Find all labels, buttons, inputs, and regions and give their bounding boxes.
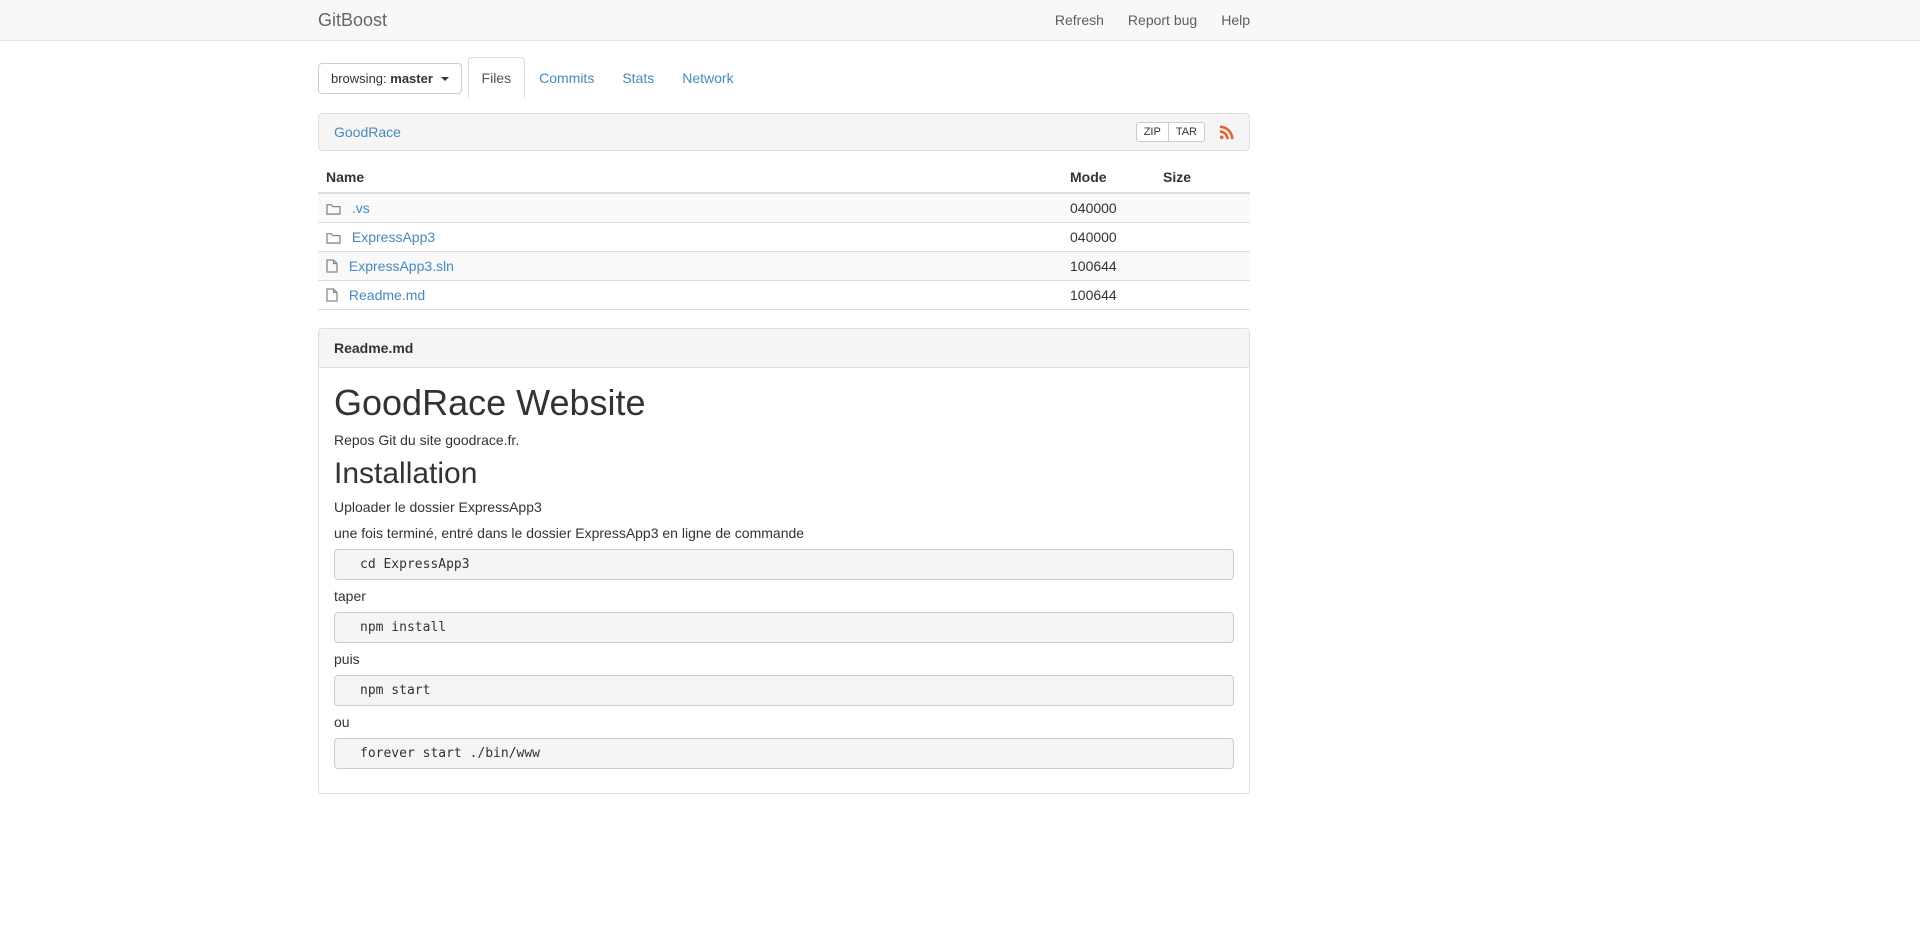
file-size xyxy=(1155,280,1250,310)
readme-paragraph: ou xyxy=(334,714,350,731)
code-block: forever start ./bin/www xyxy=(334,738,1234,770)
file-size xyxy=(1155,251,1250,281)
column-mode: Mode xyxy=(1062,163,1155,194)
file-icon xyxy=(326,259,338,273)
nav-help[interactable]: Help xyxy=(1209,0,1250,40)
file-mode: 100644 xyxy=(1062,280,1155,310)
file-size xyxy=(1155,222,1250,252)
repo-actions: ZIP TAR xyxy=(1135,122,1234,142)
readme-paragraph: puis xyxy=(334,651,360,668)
caret-down-icon xyxy=(440,77,449,82)
code-block: npm start xyxy=(334,675,1234,707)
file-link[interactable]: ExpressApp3.sln xyxy=(349,258,454,274)
brand[interactable]: GitBoost xyxy=(318,10,387,31)
repo-tabs: Files Commits Stats Network xyxy=(467,57,748,99)
tab-stats[interactable]: Stats xyxy=(608,57,668,99)
archive-button-group: ZIP TAR xyxy=(1135,122,1205,142)
table-row: Readme.md 100644 xyxy=(318,280,1250,310)
column-name: Name xyxy=(318,163,1062,194)
column-size: Size xyxy=(1155,163,1250,194)
table-row: ExpressApp3.sln 100644 xyxy=(318,251,1250,281)
readme-h2: Installation xyxy=(334,456,478,490)
readme-panel: Readme.md GoodRace Website Repos Git du … xyxy=(318,328,1250,795)
zip-button[interactable]: ZIP xyxy=(1135,122,1169,142)
file-size xyxy=(1155,192,1250,223)
file-table: Name Mode Size .vs 040000 ExpressApp3 04… xyxy=(318,163,1250,310)
repo-name-link[interactable]: GoodRace xyxy=(334,124,401,140)
code-block: npm install xyxy=(334,612,1234,644)
branch-dropdown[interactable]: browsing: master xyxy=(318,62,462,94)
nav-report-bug[interactable]: Report bug xyxy=(1116,0,1209,40)
top-navbar: GitBoost Refresh Report bug Help xyxy=(0,0,1920,41)
file-mode: 040000 xyxy=(1062,222,1155,252)
file-link[interactable]: .vs xyxy=(352,200,370,216)
file-mode: 040000 xyxy=(1062,192,1155,223)
branch-name: master xyxy=(390,70,433,86)
readme-title: Readme.md xyxy=(319,329,1249,368)
rss-icon xyxy=(1219,124,1234,139)
tab-network[interactable]: Network xyxy=(668,57,747,99)
readme-paragraph: taper xyxy=(334,588,366,605)
toolbar: browsing: master Files Commits Stats Net… xyxy=(318,57,1250,99)
folder-icon xyxy=(326,204,341,215)
tab-files[interactable]: Files xyxy=(467,57,526,99)
file-table-header: Name Mode Size xyxy=(318,163,1250,194)
browsing-label: browsing: xyxy=(331,70,387,86)
file-icon xyxy=(326,288,338,302)
readme-content: GoodRace Website Repos Git du site goodr… xyxy=(319,368,1249,793)
readme-h1: GoodRace Website xyxy=(334,382,646,423)
readme-paragraph: une fois terminé, entré dans le dossier … xyxy=(334,525,805,542)
file-link[interactable]: Readme.md xyxy=(349,287,425,303)
navbar-links: Refresh Report bug Help xyxy=(1043,0,1250,40)
readme-paragraph: Uploader le dossier ExpressApp3 xyxy=(334,499,542,516)
rss-feed-link[interactable] xyxy=(1219,124,1234,140)
tar-button[interactable]: TAR xyxy=(1167,122,1205,142)
folder-icon xyxy=(326,233,341,244)
code-block: cd ExpressApp3 xyxy=(334,549,1234,581)
nav-refresh[interactable]: Refresh xyxy=(1043,0,1116,40)
table-row: .vs 040000 xyxy=(318,192,1250,223)
table-row: ExpressApp3 040000 xyxy=(318,222,1250,252)
tab-commits[interactable]: Commits xyxy=(525,57,608,99)
file-link[interactable]: ExpressApp3 xyxy=(352,229,435,245)
repo-header-panel: GoodRace ZIP TAR xyxy=(318,113,1250,151)
readme-paragraph: Repos Git du site goodrace.fr. xyxy=(334,431,520,448)
file-mode: 100644 xyxy=(1062,251,1155,281)
